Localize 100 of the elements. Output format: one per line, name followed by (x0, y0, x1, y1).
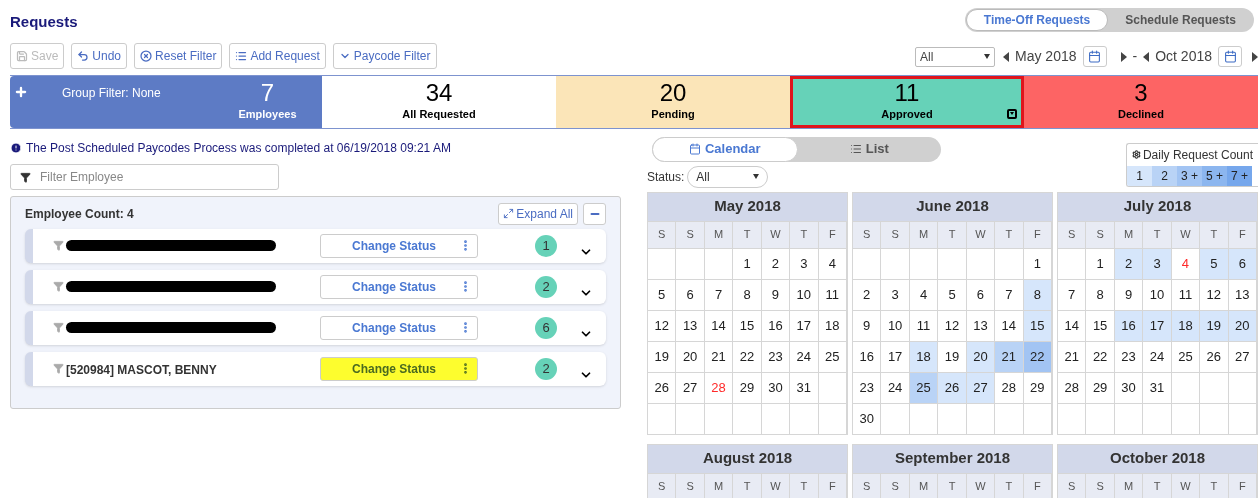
calendar-day[interactable]: 1 (1086, 247, 1115, 279)
calendar-day[interactable]: 18 (1171, 309, 1201, 341)
employee-row[interactable]: Change Status 2 (25, 269, 606, 304)
calendar-day[interactable]: 9 (761, 278, 791, 310)
next-icon[interactable] (1120, 51, 1127, 62)
calendar-day[interactable]: 16 (853, 340, 882, 372)
calendar-day[interactable]: 11 (818, 278, 847, 310)
filter-field[interactable]: Filter Employee (10, 163, 279, 190)
calendar-day[interactable]: 5 (648, 278, 677, 310)
request-tab[interactable]: Schedule Requests (1108, 9, 1253, 31)
calendar-day[interactable]: 6 (676, 278, 705, 310)
calendar-day[interactable]: 20 (966, 340, 996, 372)
summary-tile[interactable]: Group Filter: None 7 Employees (10, 75, 322, 128)
calendar-day[interactable]: 17 (790, 309, 819, 341)
calendar-day[interactable]: 8 (1086, 278, 1115, 310)
calendar-day[interactable]: 13 (1228, 278, 1257, 310)
calendar-day[interactable]: 17 (881, 340, 910, 372)
toolbar-button[interactable]: Paycode Filter (332, 42, 437, 69)
calendar-day[interactable]: 24 (1143, 340, 1172, 372)
change-status-button[interactable]: Change Status (320, 356, 478, 381)
calendar-day[interactable]: 29 (733, 371, 762, 403)
calendar-day[interactable]: 14 (995, 309, 1024, 341)
calendar-day[interactable]: 17 (1143, 309, 1172, 341)
calendar-day[interactable]: 10 (1143, 278, 1172, 310)
calendar-day[interactable]: 23 (853, 371, 882, 403)
calendar-day[interactable]: 22 (1086, 340, 1115, 372)
plus-icon[interactable] (14, 84, 28, 99)
calendar-button[interactable] (1082, 46, 1107, 67)
calendar-day[interactable]: 22 (733, 340, 762, 372)
calendar-day[interactable]: 27 (1228, 340, 1257, 372)
summary-tile[interactable]: 20 Pending (556, 75, 790, 128)
dropdown-icon[interactable] (1007, 108, 1017, 119)
calendar-day[interactable]: 1 (733, 247, 762, 279)
calendar-day[interactable]: 30 (853, 402, 882, 434)
calendar-day[interactable]: 28 (995, 371, 1024, 403)
next-icon[interactable] (1252, 51, 1258, 62)
calendar-day[interactable]: 3 (790, 247, 819, 279)
calendar-day[interactable]: 25 (1171, 340, 1201, 372)
calendar-day[interactable]: 9 (853, 309, 882, 341)
calendar-day[interactable]: 25 (818, 340, 847, 372)
calendar-day[interactable]: 13 (966, 309, 996, 341)
calendar-day[interactable]: 7 (1058, 278, 1087, 310)
calendar-day[interactable]: 23 (761, 340, 791, 372)
summary-tile[interactable]: 3 Declined (1024, 75, 1258, 128)
calendar-day[interactable]: 19 (1200, 309, 1229, 341)
calendar-day[interactable]: 14 (1058, 309, 1087, 341)
calendar-day[interactable]: 29 (1086, 371, 1115, 403)
employee-row[interactable]: [520984] MASCOT, BENNY Change Status 2 (25, 351, 606, 386)
calendar-day[interactable]: 2 (761, 247, 791, 279)
toolbar-button[interactable]: Add Request (229, 42, 326, 69)
calendar-day[interactable]: 30 (761, 371, 791, 403)
calendar-day[interactable]: 10 (881, 309, 910, 341)
calendar-day[interactable]: 11 (909, 309, 939, 341)
calendar-day[interactable]: 11 (1171, 278, 1201, 310)
range-select[interactable]: All (915, 46, 995, 67)
calendar-day[interactable]: 16 (1114, 309, 1144, 341)
calendar-day[interactable]: 3 (1143, 247, 1172, 279)
expand-all-button[interactable]: Expand All (498, 202, 578, 225)
calendar-day[interactable]: 24 (881, 371, 910, 403)
calendar-day[interactable]: 2 (853, 278, 882, 310)
calendar-day[interactable]: 4 (818, 247, 847, 279)
calendar-day[interactable]: 9 (1114, 278, 1144, 310)
calendar-day[interactable]: 19 (648, 340, 677, 372)
calendar-day[interactable]: 8 (1023, 278, 1052, 310)
calendar-day[interactable]: 26 (648, 371, 677, 403)
calendar-day[interactable]: 30 (1114, 371, 1144, 403)
calendar-day[interactable]: 10 (790, 278, 819, 310)
collapse-button[interactable] (583, 202, 606, 225)
calendar-day[interactable]: 12 (648, 309, 677, 341)
calendar-day[interactable]: 18 (818, 309, 847, 341)
summary-tile[interactable]: 11 Approved (790, 75, 1024, 128)
employee-row[interactable]: Change Status 1 (25, 228, 606, 263)
calendar-day[interactable]: 15 (1086, 309, 1115, 341)
calendar-day[interactable]: 3 (881, 278, 910, 310)
calendar-button[interactable] (1218, 46, 1242, 67)
calendar-day[interactable]: 21 (1058, 340, 1087, 372)
calendar-day[interactable]: 21 (995, 340, 1024, 372)
calendar-day[interactable]: 1 (1023, 247, 1052, 279)
calendar-day[interactable]: 31 (1143, 371, 1172, 403)
calendar-day[interactable]: 31 (790, 371, 819, 403)
settings-icon[interactable] (1132, 149, 1141, 160)
calendar-day[interactable]: 6 (966, 278, 996, 310)
calendar-day[interactable]: 12 (938, 309, 967, 341)
calendar-day[interactable]: 21 (704, 340, 734, 372)
calendar-day[interactable]: 29 (1023, 371, 1052, 403)
change-status-button[interactable]: Change Status (320, 315, 478, 340)
calendar-day[interactable]: 8 (733, 278, 762, 310)
calendar-day[interactable]: 13 (676, 309, 705, 341)
calendar-day[interactable]: 16 (761, 309, 791, 341)
calendar-day[interactable]: 19 (938, 340, 967, 372)
calendar-day[interactable]: 5 (938, 278, 967, 310)
calendar-day[interactable]: 7 (995, 278, 1024, 310)
calendar-day[interactable]: 24 (790, 340, 819, 372)
calendar-day[interactable]: 23 (1114, 340, 1144, 372)
view-tab[interactable]: Calendar (652, 136, 798, 162)
view-tab[interactable]: List (797, 136, 941, 162)
calendar-day[interactable]: 12 (1200, 278, 1229, 310)
previous-icon[interactable] (1003, 51, 1009, 62)
calendar-day[interactable]: 14 (704, 309, 734, 341)
request-tab[interactable]: Time-Off Requests (965, 9, 1109, 31)
